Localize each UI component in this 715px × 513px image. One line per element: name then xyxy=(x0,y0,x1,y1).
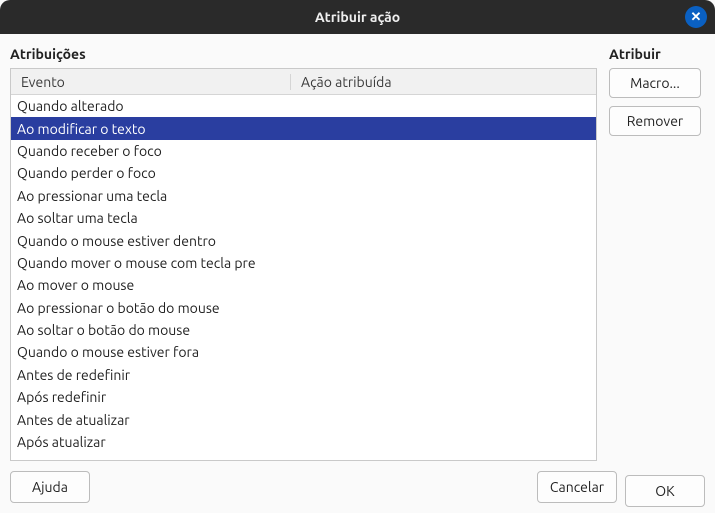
event-cell: Quando alterado xyxy=(11,98,291,114)
event-cell: Quando perder o foco xyxy=(11,165,291,181)
assign-label: Atribuir xyxy=(609,46,705,62)
table-row[interactable]: Ao soltar uma tecla xyxy=(11,207,596,229)
table-row[interactable]: Antes de atualizar xyxy=(11,408,596,430)
event-cell: Ao mover o mouse xyxy=(11,277,291,293)
event-cell: Ao pressionar uma tecla xyxy=(11,188,291,204)
event-cell: Quando o mouse estiver fora xyxy=(11,344,291,360)
event-cell: Ao soltar o botão do mouse xyxy=(11,322,291,338)
table-row[interactable]: Após redefinir xyxy=(11,386,596,408)
event-cell: Quando mover o mouse com tecla pre xyxy=(11,255,291,271)
titlebar: Atribuir ação ✕ xyxy=(0,0,715,34)
event-cell: Ao modificar o texto xyxy=(11,121,291,137)
ok-button[interactable]: OK xyxy=(625,475,705,507)
window-title: Atribuir ação xyxy=(315,9,400,25)
assign-pane: Atribuir Macro... Remover xyxy=(609,46,705,461)
event-cell: Após redefinir xyxy=(11,389,291,405)
table-row[interactable]: Ao soltar o botão do mouse xyxy=(11,319,596,341)
table-row[interactable]: Ao pressionar o botão do mouse xyxy=(11,297,596,319)
event-cell: Ao soltar uma tecla xyxy=(11,210,291,226)
column-header-event[interactable]: Evento xyxy=(11,74,291,90)
table-row[interactable]: Quando perder o foco xyxy=(11,162,596,184)
table-row[interactable]: Antes de redefinir xyxy=(11,364,596,386)
table-row[interactable]: Ao pressionar uma tecla xyxy=(11,185,596,207)
content-area: Atribuições Evento Ação atribuída Quando… xyxy=(0,34,715,461)
table-header: Evento Ação atribuída xyxy=(11,69,596,95)
macro-button[interactable]: Macro... xyxy=(609,68,701,98)
cancel-button[interactable]: Cancelar xyxy=(537,471,617,503)
event-cell: Quando receber o foco xyxy=(11,143,291,159)
assignments-pane: Atribuições Evento Ação atribuída Quando… xyxy=(10,46,597,461)
table-row[interactable]: Quando o mouse estiver fora xyxy=(11,341,596,363)
table-row[interactable]: Quando alterado xyxy=(11,95,596,117)
help-button[interactable]: Ajuda xyxy=(10,471,90,503)
dialog-footer: Ajuda Cancelar OK xyxy=(0,461,715,513)
table-row[interactable]: Ao mover o mouse xyxy=(11,274,596,296)
table-row[interactable]: Quando mover o mouse com tecla pre xyxy=(11,252,596,274)
event-cell: Antes de redefinir xyxy=(11,367,291,383)
table-body: Quando alterado Ao modificar o texto Quand… xyxy=(11,95,596,460)
table-row[interactable]: Quando o mouse estiver dentro xyxy=(11,229,596,251)
column-header-action[interactable]: Ação atribuída xyxy=(291,74,596,90)
events-table: Evento Ação atribuída Quando alterado Ao … xyxy=(10,68,597,461)
remove-button[interactable]: Remover xyxy=(609,106,701,136)
event-cell: Quando o mouse estiver dentro xyxy=(11,233,291,249)
event-cell: Antes de atualizar xyxy=(11,412,291,428)
table-row[interactable]: Quando receber o foco xyxy=(11,140,596,162)
event-cell: Após atualizar xyxy=(11,434,291,450)
close-icon: ✕ xyxy=(691,10,702,25)
event-cell: Ao pressionar o botão do mouse xyxy=(11,300,291,316)
close-button[interactable]: ✕ xyxy=(685,6,707,28)
assignments-label: Atribuições xyxy=(10,46,597,62)
table-row[interactable]: Ao modificar o texto xyxy=(11,117,596,139)
table-row[interactable]: Após atualizar xyxy=(11,431,596,453)
